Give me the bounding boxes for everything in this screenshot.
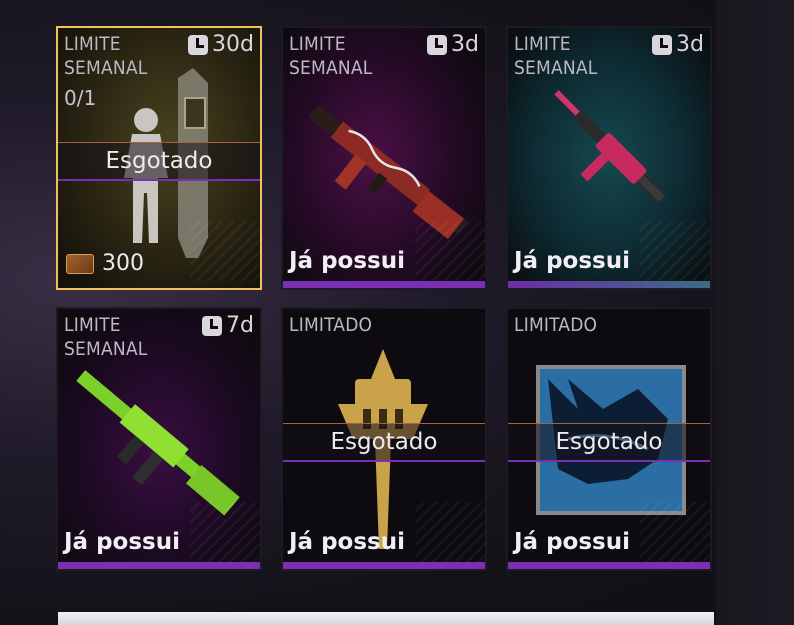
- store-item-card-3[interactable]: LIMITE SEMANAL 3d Já possui: [506, 26, 712, 290]
- purchase-counter: 0/1: [64, 86, 97, 110]
- limit-label: LIMITE SEMANAL: [289, 33, 373, 79]
- clock-icon: [202, 316, 223, 336]
- timer: 7d: [202, 313, 254, 339]
- decor-stripes: [640, 502, 710, 562]
- rarity-bar: [508, 281, 710, 288]
- ticket-icon: [66, 253, 94, 274]
- timer-value: 3d: [676, 32, 704, 57]
- store-item-card-1[interactable]: LIMITE SEMANAL 30d 0/1 Esgotado 300: [56, 26, 262, 290]
- clock-icon: [652, 35, 673, 55]
- limit-label: LIMITADO: [514, 314, 598, 336]
- store-item-card-4[interactable]: LIMITE SEMANAL 7d Já possui: [56, 307, 262, 571]
- owned-label: Já possui: [514, 248, 630, 274]
- owned-label: Já possui: [514, 529, 630, 555]
- decor-stripes: [190, 502, 260, 562]
- timer: 3d: [427, 32, 479, 58]
- rarity-bar: [283, 562, 485, 569]
- sold-out-banner: Esgotado: [283, 423, 485, 462]
- timer: 3d: [652, 32, 704, 58]
- rarity-bar: [283, 281, 485, 288]
- timer-value: 7d: [226, 313, 254, 338]
- store-item-card-6[interactable]: LIMITADO Esgotado Já possui: [506, 307, 712, 571]
- owned-label: Já possui: [64, 529, 180, 555]
- store-item-card-2[interactable]: LIMITE SEMANAL 3d Já possui: [281, 26, 487, 290]
- timer: 30d: [188, 32, 254, 58]
- limit-label: LIMITADO: [289, 314, 373, 336]
- price: 300: [66, 251, 144, 276]
- sold-out-banner: Esgotado: [508, 423, 710, 462]
- limit-label: LIMITE SEMANAL: [64, 314, 148, 360]
- price-value: 300: [102, 251, 144, 276]
- decor-stripes: [415, 221, 485, 281]
- store-item-card-5[interactable]: LIMITADO Esgotado Já possui: [281, 307, 487, 571]
- owned-label: Já possui: [289, 529, 405, 555]
- bottom-panel-edge: [58, 612, 714, 625]
- rarity-bar: [508, 562, 710, 569]
- decor-stripes: [415, 502, 485, 562]
- rarity-bar: [58, 562, 260, 569]
- clock-icon: [427, 35, 448, 55]
- timer-value: 3d: [451, 32, 479, 57]
- clock-icon: [188, 35, 209, 55]
- limit-label: LIMITE SEMANAL: [514, 33, 598, 79]
- decor-stripes: [190, 221, 260, 281]
- timer-value: 30d: [212, 32, 254, 57]
- limit-label: LIMITE SEMANAL: [64, 33, 148, 79]
- store-grid: LIMITE SEMANAL 30d 0/1 Esgotado 300 LIMI…: [0, 0, 794, 625]
- sold-out-banner: Esgotado: [58, 142, 260, 181]
- owned-label: Já possui: [289, 248, 405, 274]
- decor-stripes: [640, 221, 710, 281]
